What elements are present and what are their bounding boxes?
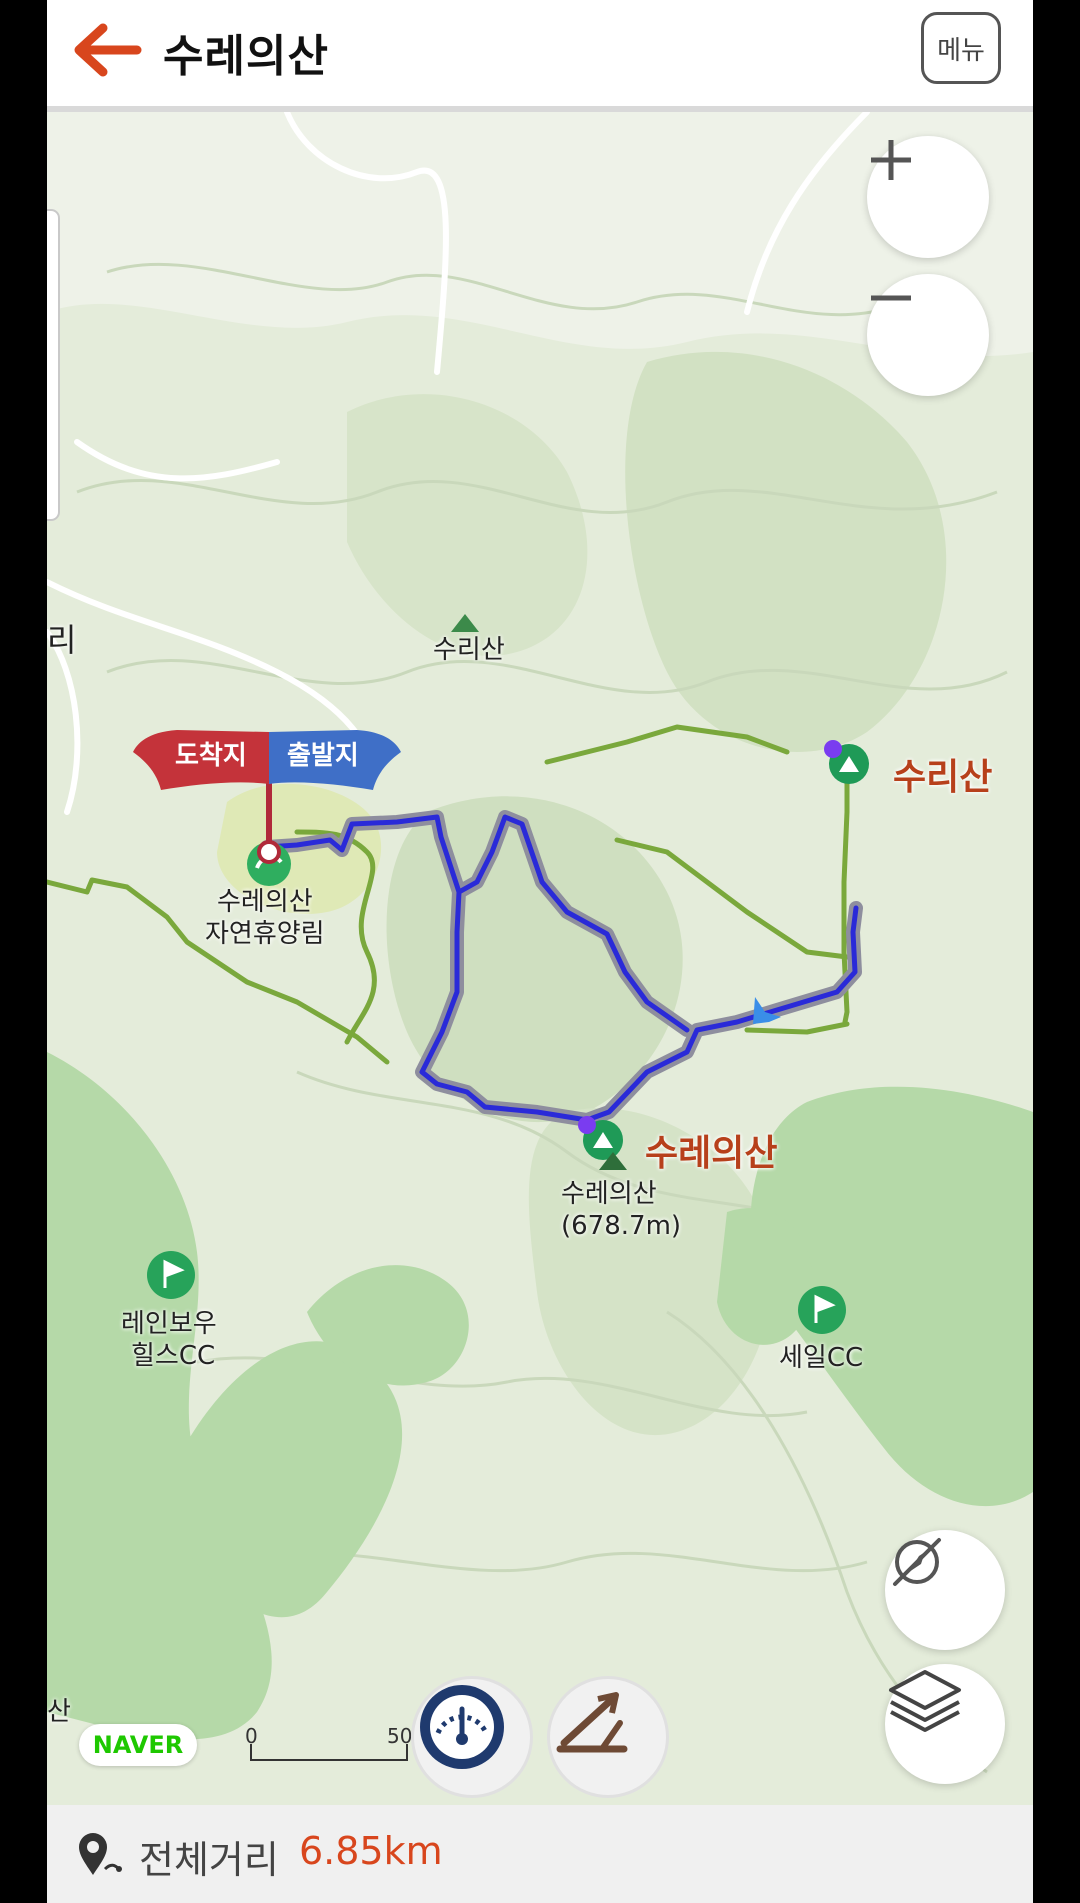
map-label-rainbow-line2: 힐스CC: [131, 1341, 216, 1371]
map-label-edge-top: 리: [47, 621, 77, 659]
map-scale: 0 50: [245, 1724, 415, 1764]
map-label-forest-line1: 수레의산: [217, 887, 313, 917]
map-label-edge-bottom: 산: [47, 1697, 71, 1727]
header: 수레의산 메뉴: [47, 0, 1033, 112]
scale-bar: [250, 1744, 408, 1761]
map-label-summit-name: 수레의산: [561, 1179, 657, 1209]
flag-arrival-label: 도착지: [175, 741, 247, 771]
slope-icon: [556, 1692, 628, 1753]
back-button[interactable]: [67, 18, 143, 82]
zoom-in-button[interactable]: [867, 136, 989, 258]
zoom-in-icon: [871, 140, 911, 180]
map-view[interactable]: 도착지 출발지 수리산 수레의산 자연휴양림 수레의산 (678.7m) 레인보…: [47, 112, 1033, 1805]
map-label-seil-cc: 세일CC: [779, 1343, 864, 1373]
distance-footer: 전체거리 6.85km: [47, 1805, 1033, 1903]
location-pin-icon: [79, 1833, 122, 1875]
slope-button[interactable]: [547, 1676, 669, 1798]
menu-button[interactable]: 메뉴: [921, 12, 1001, 84]
layers-icon: [889, 1670, 961, 1732]
flag-departure-label: 출발지: [287, 741, 359, 771]
speedometer-button[interactable]: [411, 1676, 533, 1798]
compass-off-icon: [893, 1538, 941, 1586]
map-label-suri-small: 수리산: [433, 635, 505, 665]
peak-label-surae: 수레의산: [645, 1133, 778, 1174]
total-distance-value: 6.85km: [299, 1829, 443, 1873]
app: 수레의산 메뉴 도착지 출발지 수리산 수레의산 자연휴양림 수레의산 (678…: [47, 0, 1033, 1903]
back-arrow-icon: [74, 23, 142, 77]
total-distance-label: 전체거리: [139, 1838, 279, 1882]
zoom-out-icon: [871, 295, 911, 301]
page-title: 수레의산: [163, 31, 329, 82]
map-label-rainbow-line1: 레인보우: [121, 1309, 217, 1339]
zoom-out-button[interactable]: [867, 274, 989, 396]
peak-label-suri: 수리산: [893, 757, 993, 798]
compass-off-button[interactable]: [885, 1530, 1005, 1650]
speedometer-icon: [420, 1685, 504, 1769]
naver-logo: NAVER: [79, 1724, 197, 1766]
layers-button[interactable]: [885, 1664, 1005, 1784]
map-label-forest-line2: 자연휴양림: [205, 919, 325, 949]
map-label-summit-height: (678.7m): [561, 1211, 682, 1241]
